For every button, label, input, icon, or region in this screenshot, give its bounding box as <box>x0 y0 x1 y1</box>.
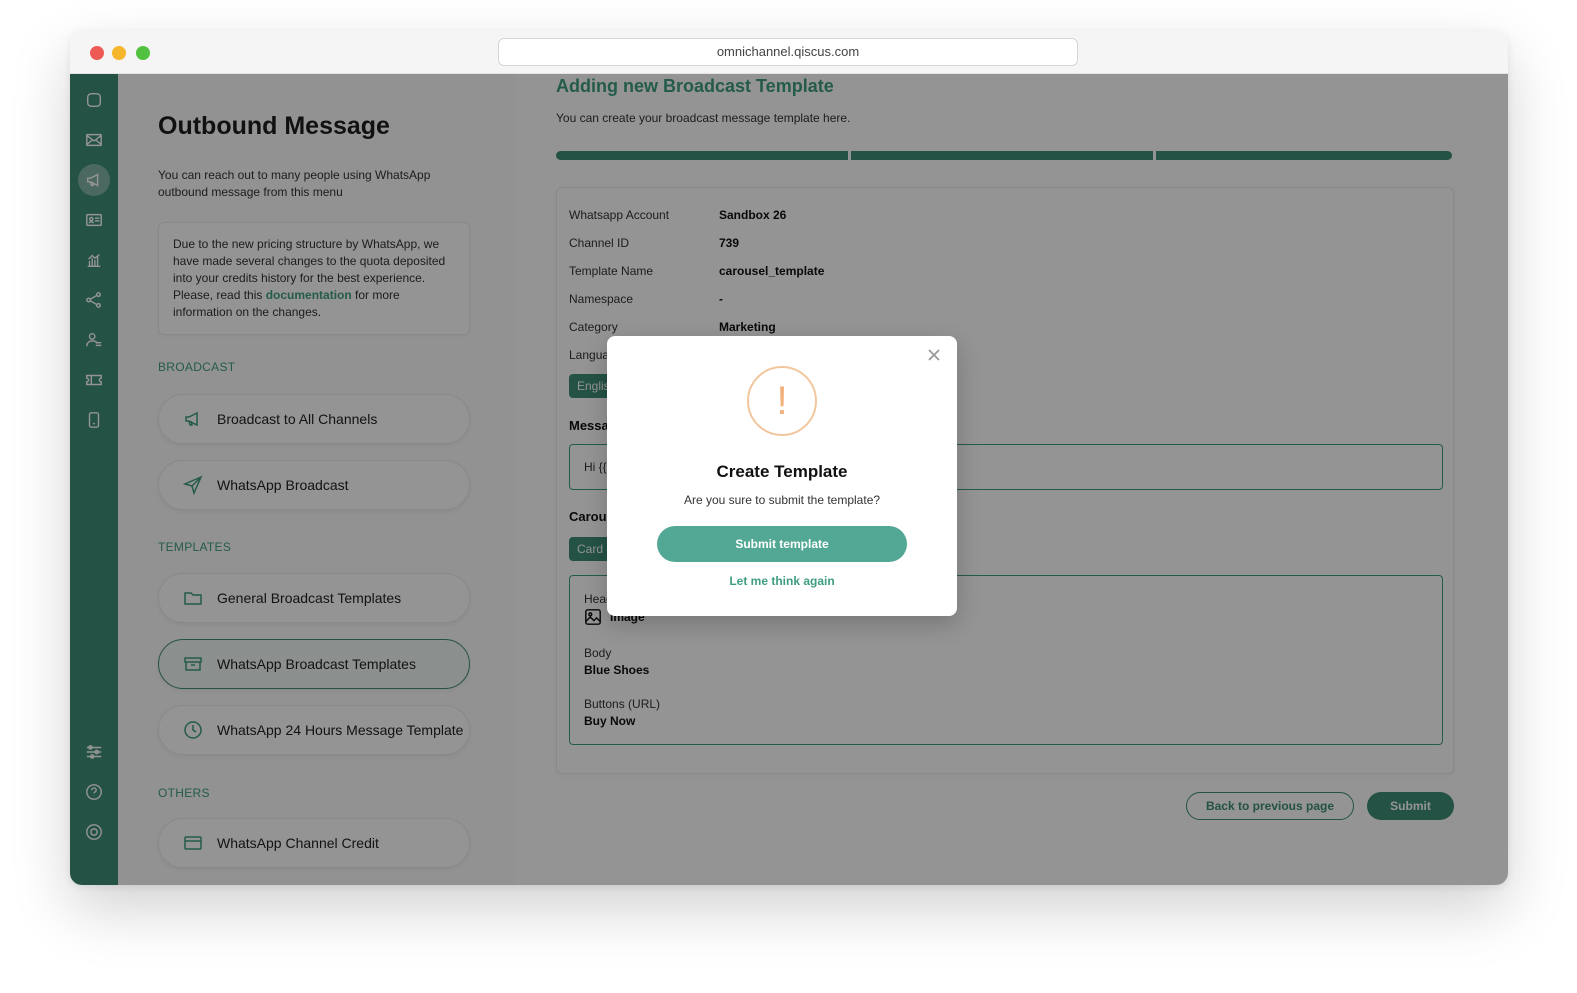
close-window-button[interactable] <box>90 46 104 60</box>
maximize-window-button[interactable] <box>136 46 150 60</box>
browser-titlebar: omnichannel.qiscus.com <box>70 31 1508 74</box>
close-dialog-button[interactable] <box>925 346 943 364</box>
submit-template-button[interactable]: Submit template <box>657 526 907 562</box>
let-me-think-again-button[interactable]: Let me think again <box>607 574 957 588</box>
browser-window: omnichannel.qiscus.com Outbound Message … <box>70 31 1508 885</box>
close-icon <box>928 349 940 361</box>
create-template-dialog: ! Create Template Are you sure to submit… <box>607 336 957 616</box>
app-container: Outbound Message You can reach out to ma… <box>70 74 1508 885</box>
dialog-title: Create Template <box>716 462 848 481</box>
dialog-description: Are you sure to submit the template? <box>683 493 881 507</box>
address-bar[interactable]: omnichannel.qiscus.com <box>498 38 1078 66</box>
minimize-window-button[interactable] <box>112 46 126 60</box>
warning-icon: ! <box>747 366 817 436</box>
